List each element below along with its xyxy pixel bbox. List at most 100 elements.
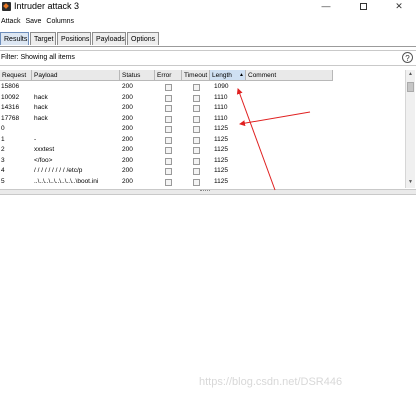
table-row[interactable]: 14316 hack 200 1110 <box>0 103 333 114</box>
table-row[interactable]: 2 xxxtest 200 1125 <box>0 145 333 156</box>
menu-attack[interactable]: Attack <box>1 16 20 27</box>
request-cell: 17768 <box>1 114 20 122</box>
tab-bar: Results Target Positions Payloads Option… <box>0 32 416 47</box>
menu-save[interactable]: Save <box>25 16 41 27</box>
timeout-checkbox <box>193 94 200 102</box>
status-cell: 200 <box>122 135 133 143</box>
request-cell: 5 <box>1 177 5 185</box>
column-header-error[interactable]: Error <box>155 70 182 81</box>
status-cell: 200 <box>122 177 133 185</box>
results-table: Request Payload Status Error Timeout Len… <box>0 70 405 188</box>
table-row[interactable]: 1 - 200 1125 <box>0 135 333 146</box>
request-cell: 1 <box>1 135 5 143</box>
timeout-checkbox <box>193 115 200 123</box>
payload-cell: ..\..\..\..\..\..\..\..\boot.ini <box>34 177 99 185</box>
length-cell: 1125 <box>214 167 228 174</box>
minimize-button[interactable]: — <box>313 0 339 13</box>
column-header-status[interactable]: Status <box>120 70 155 81</box>
table-row[interactable]: 10092 hack 200 1110 <box>0 93 333 104</box>
payload-cell <box>33 124 119 135</box>
length-cell: 1125 <box>214 156 228 164</box>
table-row[interactable]: 5 ..\..\..\..\..\..\..\..\boot.ini 200 1125 <box>0 177 333 188</box>
tab-target[interactable]: Target <box>30 32 56 45</box>
error-checkbox <box>165 84 172 91</box>
error-checkbox <box>165 94 172 102</box>
window-title: Intruder attack 3 <box>14 1 80 11</box>
watermark-text: https://blog.csdn.net/DSR446 <box>199 376 343 388</box>
column-header-timeout[interactable]: Timeout <box>182 70 210 81</box>
error-checkbox <box>165 126 172 133</box>
request-cell: 2 <box>1 146 5 153</box>
request-cell: 3 <box>1 156 5 164</box>
maximize-icon <box>359 3 367 11</box>
sort-ascending-icon: ▲ <box>239 72 244 78</box>
table-row[interactable]: 3 </foo> 200 1125 <box>0 156 333 167</box>
payload-cell: xxxtest <box>34 146 55 153</box>
table-row[interactable]: 17768 hack 200 1110 <box>0 114 333 125</box>
scroll-thumb[interactable] <box>407 82 414 92</box>
table-row[interactable]: 15806 200 1090 <box>0 82 333 93</box>
column-header-length[interactable]: Length ▲ <box>210 70 246 81</box>
length-cell: 1110 <box>214 104 228 111</box>
tab-options[interactable]: Options <box>127 32 159 45</box>
length-cell: 1090 <box>214 83 229 90</box>
menu-columns[interactable]: Columns <box>46 16 74 27</box>
payload-cell: </foo> <box>34 156 53 164</box>
timeout-checkbox <box>193 168 200 175</box>
filter-bar[interactable]: Filter: Showing all items ? <box>0 50 416 66</box>
length-header-label: Length <box>212 72 232 79</box>
timeout-checkbox <box>193 178 200 186</box>
table-header: Request Payload Status Error Timeout Len… <box>0 70 333 81</box>
error-checkbox <box>165 115 172 123</box>
timeout-checkbox <box>193 84 200 91</box>
table-vertical-scrollbar[interactable]: ▲ ▼ <box>405 70 415 188</box>
tab-positions[interactable]: Positions <box>57 32 91 45</box>
status-cell: 200 <box>122 125 133 132</box>
tab-payloads[interactable]: Payloads <box>92 32 126 45</box>
scroll-down-arrow-icon[interactable]: ▼ <box>406 178 415 187</box>
request-cell: 15806 <box>1 83 20 90</box>
request-cell: 10092 <box>1 93 20 101</box>
status-cell: 200 <box>122 104 133 111</box>
error-checkbox <box>165 168 172 175</box>
payload-cell <box>33 82 119 93</box>
window-titlebar: Intruder attack 3 — ✕ <box>0 0 416 13</box>
table-row[interactable]: 0 200 1125 <box>0 124 333 135</box>
menu-bar: Attack Save Columns <box>0 16 416 27</box>
payload-cell: hack <box>34 114 48 122</box>
close-button[interactable]: ✕ <box>386 0 412 13</box>
column-header-comment[interactable]: Comment <box>246 70 333 81</box>
status-cell: 200 <box>122 146 133 153</box>
length-cell: 1125 <box>214 125 228 132</box>
column-header-payload[interactable]: Payload <box>32 70 120 81</box>
error-checkbox <box>165 136 172 144</box>
timeout-checkbox <box>193 136 200 144</box>
timeout-checkbox <box>193 105 200 112</box>
splitter-grip-icon <box>200 190 210 193</box>
tab-results[interactable]: Results <box>0 32 29 45</box>
length-cell: 1110 <box>214 93 228 101</box>
scroll-up-arrow-icon[interactable]: ▲ <box>406 70 415 79</box>
status-cell: 200 <box>122 114 133 122</box>
timeout-checkbox <box>193 126 200 133</box>
status-cell: 200 <box>122 156 133 164</box>
timeout-checkbox <box>193 147 200 154</box>
filter-text[interactable]: Filter: Showing all items <box>1 51 75 65</box>
request-cell: 4 <box>1 167 5 174</box>
payload-cell: - <box>34 135 37 143</box>
error-checkbox <box>165 105 172 112</box>
length-cell: 1125 <box>214 177 228 185</box>
column-header-request[interactable]: Request <box>0 70 32 81</box>
payload-cell: hack <box>34 104 48 111</box>
payload-cell: hack <box>34 93 48 101</box>
burp-app-icon <box>2 2 11 11</box>
length-cell: 1110 <box>214 114 228 122</box>
timeout-checkbox <box>193 157 200 165</box>
pane-splitter[interactable] <box>0 189 416 195</box>
error-checkbox <box>165 178 172 186</box>
table-row[interactable]: 4 / / / / / / / / / /etc/p 200 1125 <box>0 166 333 177</box>
maximize-button[interactable] <box>350 0 376 13</box>
help-icon[interactable]: ? <box>402 52 413 63</box>
status-cell: 200 <box>122 93 133 101</box>
length-cell: 1125 <box>214 135 228 143</box>
